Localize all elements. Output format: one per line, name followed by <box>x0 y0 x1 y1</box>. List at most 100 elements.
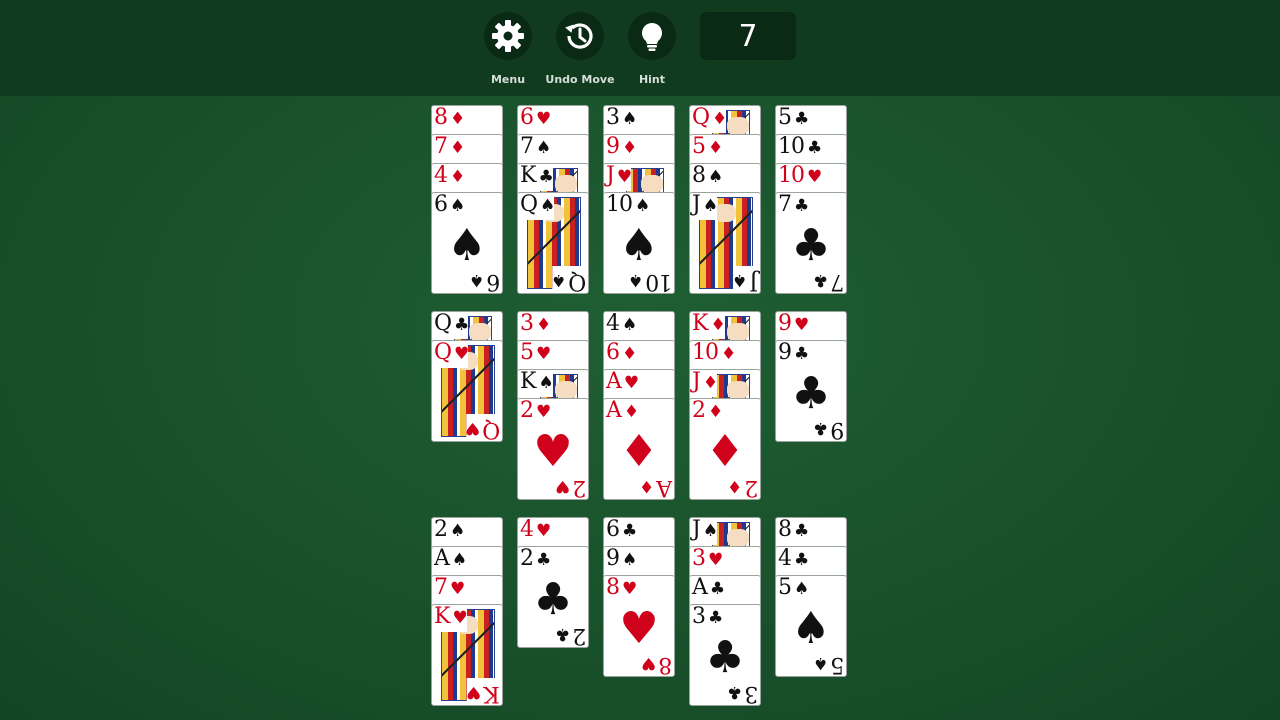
card-rank: A <box>606 369 622 394</box>
card-center-suit: ♠ <box>619 220 659 271</box>
card-rank: 7 <box>434 134 448 159</box>
card-corner-index: 2 ♥ <box>520 399 551 426</box>
playing-card[interactable]: A ♦ ♦ A♦ <box>603 398 675 500</box>
card-rank: J <box>606 163 615 188</box>
card-suit: ♥ <box>454 344 469 364</box>
playing-card[interactable]: Q ♥ Q♥ <box>431 340 503 442</box>
card-suit: ♣ <box>794 521 809 541</box>
card-suit: ♥ <box>536 521 551 541</box>
playing-card[interactable]: J ♠ J♠ <box>689 192 761 294</box>
card-corner-index: 9 ♣ <box>778 340 809 368</box>
playing-card[interactable]: 2 ♦ ♦ 2♦ <box>689 398 761 500</box>
playing-card[interactable]: 3 ♣ ♣ 3♣ <box>689 604 761 706</box>
card-suit: ♦ <box>450 138 465 158</box>
card-rank: 8 <box>692 163 706 188</box>
playing-card[interactable]: 2 ♥ ♥ 2♥ <box>517 398 589 500</box>
card-center-suit: ♣ <box>791 368 831 419</box>
playing-card[interactable]: K ♥ K♥ <box>431 604 503 706</box>
playing-card[interactable]: 2 ♣ ♣ 2♣ <box>517 546 589 648</box>
card-corner-index: A ♦ <box>606 398 639 426</box>
card-center-suit: ♠ <box>447 220 487 271</box>
card-suit: ♣ <box>709 579 725 599</box>
card-rank: K <box>520 369 536 394</box>
card-rank: 5 <box>692 134 706 159</box>
card-corner-index: A ♠ <box>434 547 467 574</box>
playing-card[interactable]: 6 ♠ ♠ 6♠ <box>431 192 503 294</box>
card-corner-index: 8 ♦ <box>434 106 465 133</box>
gear-icon <box>484 12 532 60</box>
card-suit: ♦ <box>450 109 465 129</box>
card-suit: ♦ <box>702 373 718 393</box>
playing-card[interactable]: 7 ♣ ♣ 7♣ <box>775 192 847 294</box>
card-rank: 3 <box>520 311 534 336</box>
card-suit: ♥ <box>708 550 723 570</box>
card-corner-index: J ♥ <box>606 163 632 191</box>
card-suit: ♠ <box>469 270 484 290</box>
card-rank: 3 <box>692 546 706 571</box>
card-suit: ♣ <box>622 521 637 541</box>
card-suit: ♠ <box>450 521 465 541</box>
card-rank: 8 <box>606 575 620 600</box>
card-suit: ♣ <box>555 624 570 644</box>
card-suit: ♦ <box>712 109 727 129</box>
card-corner-index-rotated: 7♣ <box>814 266 844 293</box>
card-suit: ♣ <box>708 608 723 628</box>
card-suit: ♣ <box>536 550 551 570</box>
card-rank: Q <box>482 417 500 442</box>
card-center-suit: ♠ <box>791 603 831 654</box>
card-corner-index-rotated: Q♠ <box>551 266 586 293</box>
card-suit: ♦ <box>622 344 637 364</box>
card-corner-index-rotated: 9♣ <box>814 414 844 441</box>
card-rank: 9 <box>606 134 620 159</box>
card-suit: ♥ <box>641 653 656 673</box>
card-rank: 9 <box>778 340 792 365</box>
card-rank: K <box>434 604 450 629</box>
card-center-suit: ♣ <box>705 632 745 683</box>
playing-card[interactable]: 9 ♣ ♣ 9♣ <box>775 340 847 442</box>
playing-card[interactable]: 8 ♥ ♥ 8♥ <box>603 575 675 677</box>
card-suit: ♠ <box>622 315 637 335</box>
card-rank: K <box>692 311 708 336</box>
card-corner-index: 6 ♦ <box>606 341 637 368</box>
card-rank: 6 <box>487 269 500 294</box>
card-suit: ♦ <box>721 344 736 364</box>
card-rank: 4 <box>520 517 534 542</box>
card-suit: ♠ <box>813 653 828 673</box>
card-corner-index: 5 ♣ <box>778 106 809 133</box>
card-corner-index: 8 ♣ <box>778 518 809 545</box>
card-corner-index: 10 ♣ <box>778 135 822 162</box>
card-rank: 3 <box>692 604 706 629</box>
card-rank: J <box>750 269 758 294</box>
card-corner-index: Q ♠ <box>520 193 555 220</box>
card-suit: ♠ <box>540 196 555 216</box>
card-suit: ♦ <box>708 138 723 158</box>
card-corner-index: A ♥ <box>606 369 639 397</box>
card-rank: A <box>606 398 622 423</box>
card-corner-index: Q ♦ <box>692 106 727 133</box>
card-suit: ♠ <box>732 270 748 290</box>
card-suit: ♥ <box>452 608 467 628</box>
card-suit: ♥ <box>465 418 480 438</box>
card-suit: ♠ <box>538 373 553 393</box>
card-suit: ♠ <box>622 109 637 129</box>
playing-card[interactable]: Q ♠ Q♠ <box>517 192 589 294</box>
card-rank: 4 <box>778 546 792 571</box>
card-corner-index: 7 ♠ <box>520 135 551 162</box>
card-corner-index: Q ♣ <box>434 312 469 339</box>
card-corner-index: 10 ♦ <box>692 341 736 368</box>
card-suit: ♠ <box>451 550 467 570</box>
hint-button[interactable]: Hint <box>610 12 694 92</box>
card-corner-index-rotated: 10♠ <box>629 266 672 293</box>
card-corner-index: 7 ♦ <box>434 134 465 162</box>
card-suit: ♠ <box>708 167 723 187</box>
card-rank: 2 <box>692 398 706 423</box>
playing-card[interactable]: 5 ♠ ♠ 5♠ <box>775 575 847 677</box>
card-corner-index: 5 ♥ <box>520 340 551 368</box>
hint-label: Hint <box>638 73 666 86</box>
card-rank: 2 <box>573 623 586 648</box>
playing-card[interactable]: 10 ♠ ♠ 10♠ <box>603 192 675 294</box>
card-suit: ♠ <box>702 196 718 216</box>
card-rank: 5 <box>520 340 534 365</box>
card-suit: ♠ <box>702 521 718 541</box>
card-corner-index: 3 ♣ <box>692 604 723 632</box>
